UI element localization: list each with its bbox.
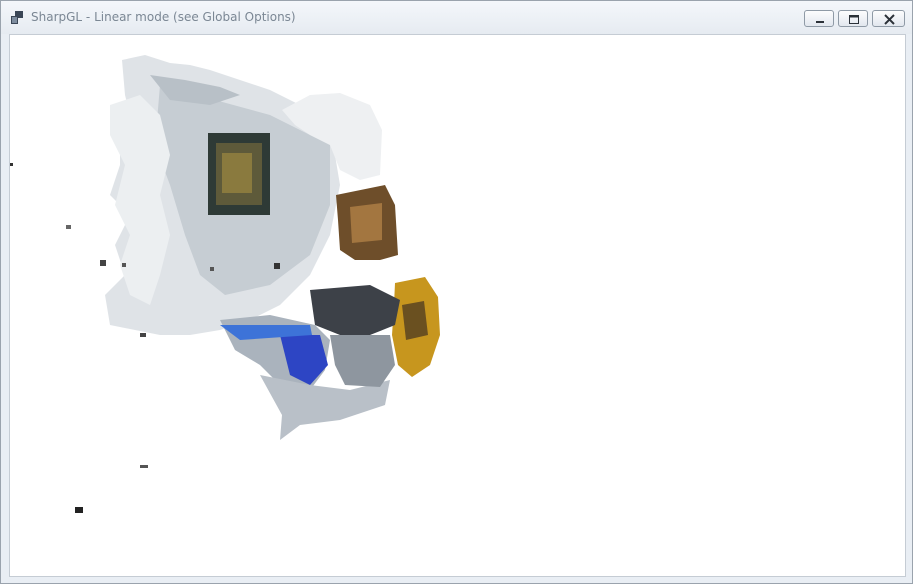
opengl-client-area[interactable] [9, 34, 906, 577]
app-icon [11, 11, 23, 24]
point-cloud-viewport[interactable] [10, 35, 905, 576]
maximize-icon [849, 15, 859, 24]
window-title: SharpGL - Linear mode (see Global Option… [31, 10, 296, 24]
app-window: SharpGL - Linear mode (see Global Option… [0, 0, 913, 584]
minimize-button[interactable] [804, 10, 834, 27]
close-button[interactable] [872, 10, 905, 27]
title-bar[interactable]: SharpGL - Linear mode (see Global Option… [1, 1, 912, 34]
close-icon [884, 14, 895, 25]
maximize-button[interactable] [838, 10, 868, 27]
point-cloud-render [10, 55, 440, 513]
minimize-icon [816, 21, 824, 23]
